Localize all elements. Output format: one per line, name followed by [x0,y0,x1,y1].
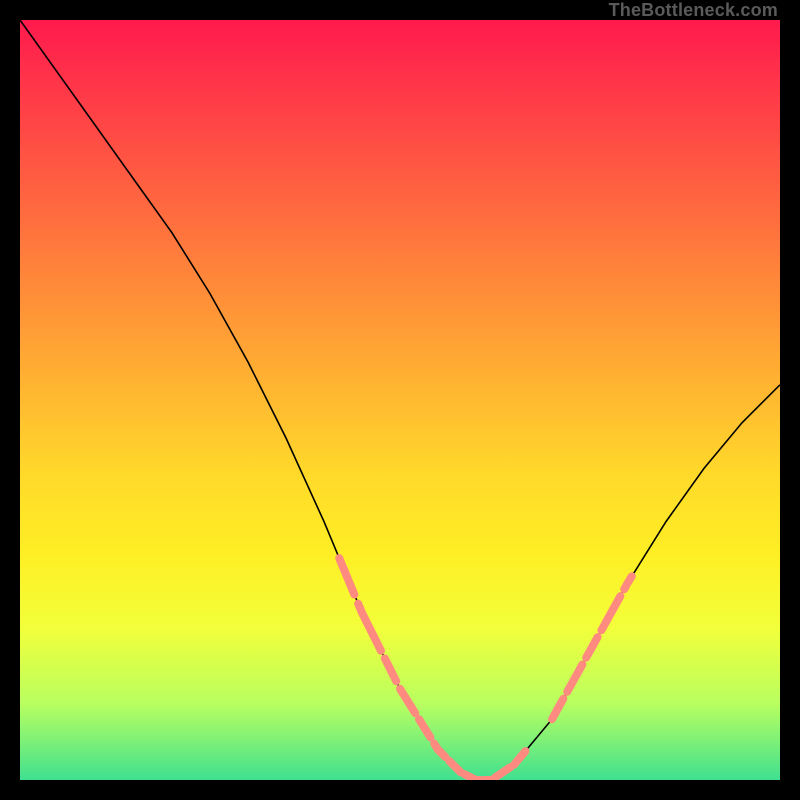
highlight-segment [514,751,525,765]
highlight-segment [552,699,563,720]
highlight-segment [400,689,415,713]
highlight-segment [358,604,381,651]
highlight-segment [434,744,445,758]
curve-svg [20,20,780,780]
highlight-segment [339,558,354,595]
highlight-segments [339,558,632,780]
highlight-segment [586,637,597,658]
highlight-segment [465,774,480,780]
bottleneck-curve [20,20,780,780]
highlight-segment [449,761,460,772]
plot-area [20,20,780,780]
highlight-segment [624,576,632,589]
highlight-segment [419,719,430,737]
highlight-segment [601,596,620,630]
watermark-text: TheBottleneck.com [609,0,778,21]
highlight-segment [385,658,396,681]
chart-stage: TheBottleneck.com [0,0,800,800]
highlight-segment [567,665,582,692]
highlight-segment [495,767,510,777]
